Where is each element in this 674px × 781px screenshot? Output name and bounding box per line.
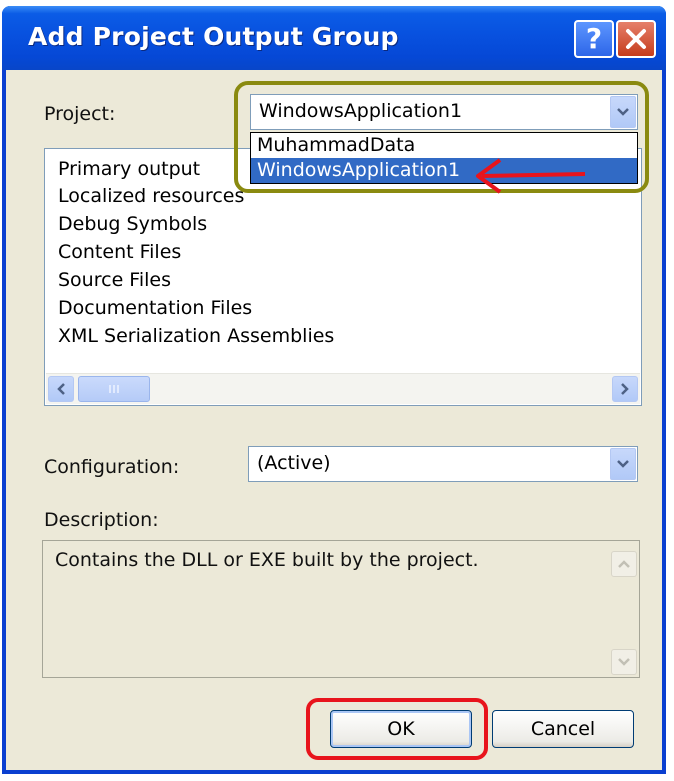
ok-button[interactable]: OK — [330, 710, 472, 748]
description-label: Description: — [44, 509, 159, 531]
help-icon: ? — [585, 22, 603, 55]
project-select-value: WindowsApplication1 — [259, 100, 463, 122]
project-select[interactable]: WindowsApplication1 — [250, 94, 638, 130]
scroll-right-button[interactable] — [612, 376, 638, 402]
scroll-left-button[interactable] — [48, 376, 74, 402]
list-item[interactable]: Debug Symbols — [58, 213, 207, 235]
configuration-select[interactable]: (Active) — [248, 446, 638, 482]
cancel-button[interactable]: Cancel — [492, 710, 634, 748]
configuration-dropdown-button[interactable] — [610, 448, 636, 480]
grip-icon — [109, 385, 119, 393]
list-item[interactable]: Content Files — [58, 241, 181, 263]
close-icon — [626, 29, 646, 49]
help-button[interactable]: ? — [574, 20, 614, 58]
list-item[interactable]: Primary output — [58, 158, 200, 180]
list-item[interactable]: Localized resources — [58, 185, 244, 207]
dialog-title: Add Project Output Group — [28, 22, 399, 51]
chevron-down-icon — [617, 460, 629, 468]
horizontal-scrollbar[interactable] — [46, 373, 640, 404]
chevron-down-icon — [618, 658, 630, 666]
list-item[interactable]: Documentation Files — [58, 297, 252, 319]
scroll-up-button[interactable] — [611, 551, 637, 577]
configuration-select-value: (Active) — [257, 452, 331, 474]
title-bar[interactable]: Add Project Output Group ? — [2, 6, 666, 70]
configuration-label: Configuration: — [44, 456, 180, 478]
chevron-left-icon — [57, 383, 65, 395]
chevron-up-icon — [618, 560, 630, 568]
description-text: Contains the DLL or EXE built by the pro… — [55, 549, 479, 571]
list-item[interactable]: Source Files — [58, 269, 171, 291]
close-button[interactable] — [616, 20, 656, 58]
vertical-scrollbar[interactable] — [611, 543, 637, 675]
scrollbar-thumb[interactable] — [78, 376, 150, 402]
scroll-down-button[interactable] — [611, 649, 637, 675]
chevron-right-icon — [621, 383, 629, 395]
red-arrow-annotation — [476, 158, 586, 194]
description-box: Contains the DLL or EXE built by the pro… — [42, 540, 640, 678]
list-item[interactable]: XML Serialization Assemblies — [58, 325, 334, 347]
chevron-down-icon — [617, 108, 629, 116]
project-dropdown-button[interactable] — [610, 96, 636, 128]
project-label: Project: — [44, 103, 116, 125]
